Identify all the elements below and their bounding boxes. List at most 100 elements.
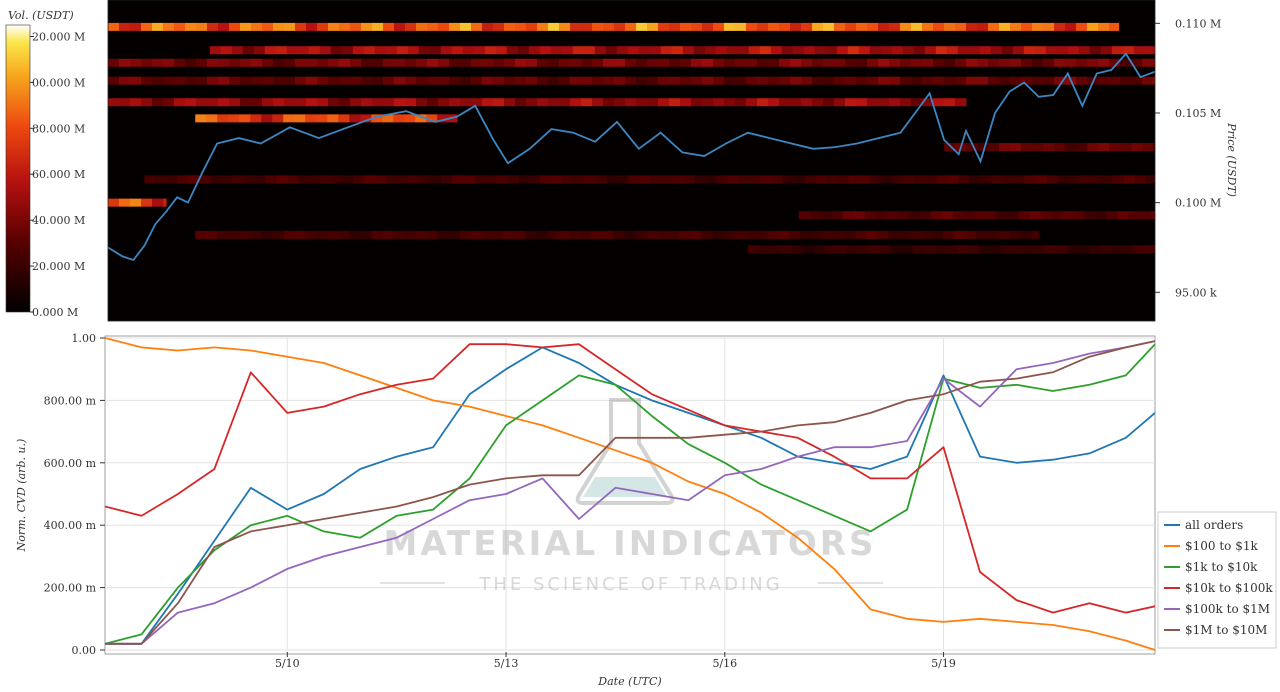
heatmap-cell xyxy=(1040,211,1053,220)
watermark-title: MATERIAL INDICATORS xyxy=(384,524,877,564)
heatmap-cell xyxy=(625,76,637,85)
price-axis-ticks: 95.00 k 0.100 M 0.105 M 0.110 M xyxy=(1155,17,1221,299)
heatmap-cell xyxy=(163,22,175,31)
heatmap-cell xyxy=(1090,175,1102,184)
heatmap-cell xyxy=(316,114,328,123)
heatmap-cell xyxy=(867,98,879,107)
cvd-y-tick-label: 0.00 xyxy=(72,644,97,657)
heatmap-cell xyxy=(614,58,626,67)
heatmap-cell xyxy=(405,22,417,31)
heatmap-cell xyxy=(701,230,713,239)
heatmap-cell xyxy=(999,22,1011,31)
heatmap-cell xyxy=(989,245,1002,254)
heatmap-cell xyxy=(1057,175,1069,184)
heatmap-cell xyxy=(834,76,846,85)
heatmap-cell xyxy=(251,58,263,67)
heatmap-cell xyxy=(1098,22,1110,31)
heatmap-cell xyxy=(474,175,486,184)
heatmap-cell xyxy=(1056,46,1069,55)
heatmap-cell xyxy=(998,230,1010,239)
heatmap-cell xyxy=(867,76,879,85)
heatmap-cell xyxy=(779,58,791,67)
heatmap-cell xyxy=(980,175,992,184)
heatmap-cell xyxy=(573,175,585,184)
cvd-y-tick-label: 800.00 m xyxy=(44,394,97,407)
heatmap-cell xyxy=(240,22,252,31)
heatmap-band xyxy=(108,76,1155,85)
heatmap-cell xyxy=(119,98,131,107)
heatmap-cell xyxy=(726,46,739,55)
heatmap-cell xyxy=(1032,58,1044,67)
heatmap-cell xyxy=(1133,46,1146,55)
heatmap-cell xyxy=(306,58,318,67)
heatmap-cell xyxy=(845,22,857,31)
heatmap-cell xyxy=(746,76,758,85)
heatmap-cell xyxy=(349,114,361,123)
heatmap-cell xyxy=(108,98,120,107)
heatmap-cell xyxy=(977,22,989,31)
heatmap-cell xyxy=(683,175,695,184)
heatmap-cell xyxy=(880,46,893,55)
heatmap-cell xyxy=(1010,58,1022,67)
heatmap-cell xyxy=(760,175,772,184)
heatmap-cell xyxy=(1121,245,1134,254)
heatmap-cell xyxy=(152,76,164,85)
heatmap-cell xyxy=(646,230,658,239)
heatmap-cell xyxy=(1111,46,1124,55)
heatmap-cell xyxy=(1043,76,1055,85)
heatmap-cell xyxy=(944,58,956,67)
heatmap-cell xyxy=(671,46,684,55)
heatmap-cell xyxy=(1033,245,1046,254)
legend-label: $1k to $10k xyxy=(1185,560,1258,574)
heatmap-cell xyxy=(988,58,1000,67)
heatmap-cell xyxy=(452,175,464,184)
heatmap-cell xyxy=(415,230,427,239)
heatmap-cell xyxy=(372,98,384,107)
heatmap-cell xyxy=(870,175,882,184)
heatmap-cell xyxy=(427,58,439,67)
heatmap-cell xyxy=(338,114,350,123)
heatmap-cell xyxy=(504,98,516,107)
heatmap-cell xyxy=(338,230,350,239)
heatmap-cell xyxy=(900,58,912,67)
heatmap-cell xyxy=(897,211,910,220)
heatmap-cell xyxy=(911,22,923,31)
heatmap-cell xyxy=(570,22,582,31)
heatmap-cell xyxy=(790,22,802,31)
heatmap-cell xyxy=(581,76,593,85)
heatmap-cell xyxy=(955,76,967,85)
heatmap-cell xyxy=(834,98,846,107)
heatmap-cell xyxy=(823,22,835,31)
heatmap-cell xyxy=(1073,211,1086,220)
heatmap-cell xyxy=(781,46,794,55)
colorbar-tick-label: 00.000 M xyxy=(32,76,85,89)
heatmap-cell xyxy=(932,230,944,239)
heatmap-cell xyxy=(1132,245,1145,254)
heatmap-cell xyxy=(493,76,505,85)
heatmap-cell xyxy=(295,98,307,107)
heatmap-cell xyxy=(174,76,186,85)
heatmap-cell xyxy=(855,230,867,239)
heatmap-cell xyxy=(438,22,450,31)
heatmap-cell xyxy=(801,58,813,67)
heatmap-cell xyxy=(482,76,494,85)
heatmap-cell xyxy=(869,46,882,55)
heatmap-cell xyxy=(649,46,662,55)
heatmap-cell xyxy=(1076,58,1088,67)
heatmap-cell xyxy=(903,175,915,184)
heatmap-cell xyxy=(493,22,505,31)
heatmap-cell xyxy=(934,245,947,254)
heatmap-cell xyxy=(702,98,714,107)
heatmap-cell xyxy=(886,211,899,220)
legend-label: $100k to $1M xyxy=(1185,602,1270,616)
heatmap-cell xyxy=(196,58,208,67)
heatmap-cell xyxy=(385,46,398,55)
heatmap-cell xyxy=(879,245,892,254)
heatmap-cell xyxy=(822,230,834,239)
heatmap-cell xyxy=(342,175,354,184)
heatmap-cell xyxy=(350,58,362,67)
heatmap-cell xyxy=(911,76,923,85)
heatmap-cell xyxy=(1120,76,1132,85)
heatmap-cell xyxy=(220,46,233,55)
heatmap-cell xyxy=(430,175,442,184)
